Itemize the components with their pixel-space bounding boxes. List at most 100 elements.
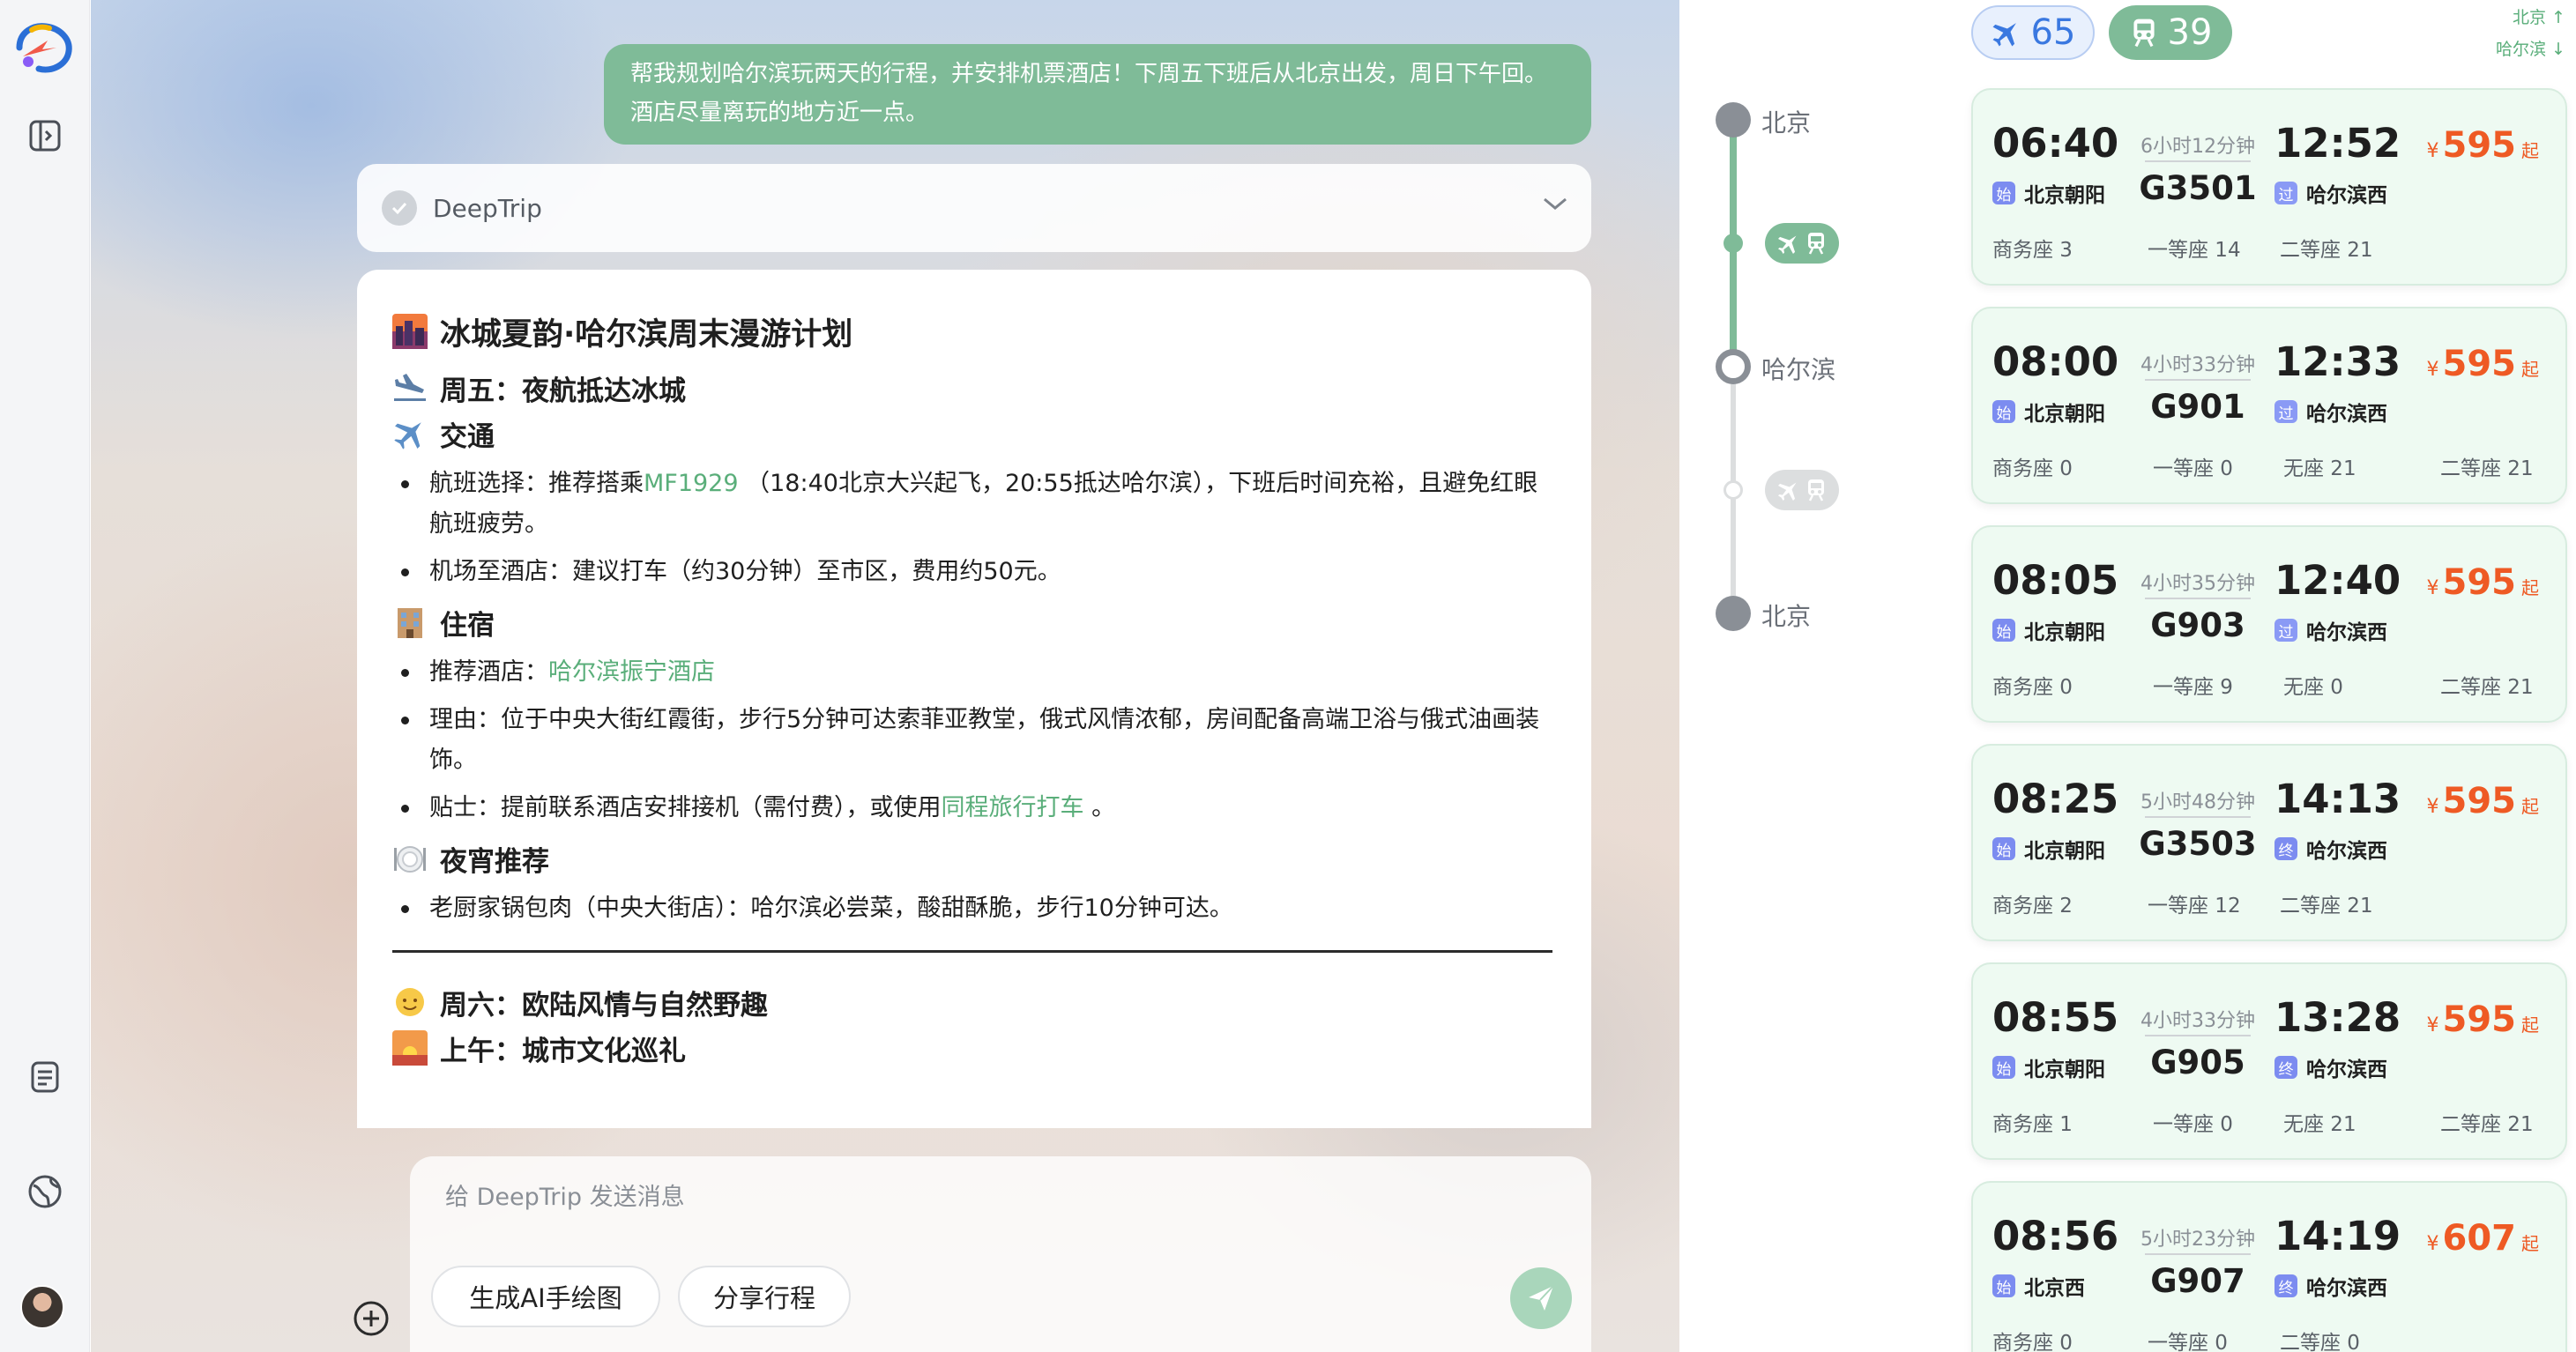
- arrival-station: 终哈尔滨西: [2274, 1271, 2387, 1301]
- train-card[interactable]: 06:40 6小时12分钟 G3501 12:52 始北京朝阳 过哈尔滨西 ¥595 起商务座…: [1971, 88, 2567, 286]
- flights-count: 65: [2030, 12, 2076, 53]
- day2-title-text: 周六：欧陆风情与自然野趣: [440, 989, 768, 1021]
- station-badge: 终: [2274, 1274, 2297, 1297]
- transport-pill-active[interactable]: [1765, 223, 1839, 264]
- train-card[interactable]: 08:05 4小时35分钟 G903 12:40 始北京朝阳 过哈尔滨西 ¥595 起商务座 …: [1971, 525, 2567, 723]
- route-direction[interactable]: 北京 ↑ 哈尔滨 ↓: [2496, 2, 2565, 65]
- airplane-landing-icon: [392, 370, 428, 405]
- route-to: 哈尔滨: [2496, 40, 2547, 59]
- station-name: 哈尔滨西: [2306, 840, 2387, 863]
- flight-link[interactable]: MF1929: [644, 470, 739, 497]
- seat-availability: 二等座 21: [2440, 1113, 2534, 1136]
- sidebar-toggle-icon[interactable]: [17, 108, 73, 164]
- flights-tab[interactable]: 65: [1971, 5, 2095, 60]
- price-suffix: 起: [2521, 1233, 2539, 1254]
- duration-line: [2145, 816, 2251, 818]
- plate-icon: [392, 841, 428, 876]
- globe-icon[interactable]: [17, 1163, 73, 1220]
- price-suffix: 起: [2521, 140, 2539, 161]
- seat-availability: 一等座 12: [2148, 895, 2241, 917]
- seat-availability: 二等座 21: [2440, 676, 2534, 699]
- station-badge: 始: [1992, 1274, 2015, 1297]
- arrival-station: 过哈尔滨西: [2274, 397, 2387, 427]
- price-currency: ¥: [2426, 796, 2439, 818]
- departure-station: 始北京朝阳: [1992, 615, 2105, 645]
- price: ¥595 起: [2427, 781, 2540, 821]
- arrow-down-icon: ↓: [2551, 40, 2565, 59]
- seat-availability: 二等座 0: [2280, 1332, 2360, 1352]
- chevron-down-icon[interactable]: [1542, 196, 1568, 215]
- sunrise-icon: [392, 1030, 428, 1066]
- seat-availability: 无座 21: [2283, 1113, 2356, 1136]
- trip-timeline: 北京 哈尔滨 北京: [1680, 0, 1971, 1352]
- timeline-stop-label[interactable]: 北京: [1761, 598, 1811, 633]
- timeline-stop-label[interactable]: 哈尔滨: [1761, 351, 1835, 386]
- price-suffix: 起: [2521, 796, 2539, 817]
- transport-pill-inactive[interactable]: [1765, 470, 1839, 510]
- day1-title: 周五：夜航抵达冰城: [392, 365, 1556, 411]
- avatar[interactable]: [20, 1285, 64, 1329]
- price-currency: ¥: [2426, 359, 2439, 381]
- day1-title-text: 周五：夜航抵达冰城: [440, 375, 686, 407]
- agent-status-bar[interactable]: DeepTrip: [357, 164, 1591, 252]
- duration: 4小时35分钟: [2140, 573, 2255, 595]
- stay-heading: 住宿: [392, 599, 1556, 645]
- check-icon: [382, 190, 417, 226]
- transport-heading: 交通: [392, 411, 1556, 457]
- timeline-stop-label[interactable]: 北京: [1761, 104, 1811, 139]
- price-value: 595: [2442, 344, 2517, 384]
- arrival-time: 14:13: [2274, 776, 2401, 822]
- price-currency: ¥: [2426, 140, 2439, 162]
- price: ¥595 起: [2427, 344, 2540, 384]
- seat-availability: 商务座 0: [1992, 1332, 2073, 1352]
- departure-station: 始北京西: [1992, 1271, 2085, 1301]
- train-card[interactable]: 08:55 4小时33分钟 G905 13:28 始北京朝阳 终哈尔滨西 ¥595 起商务座 …: [1971, 962, 2567, 1160]
- train-number: G3501: [2139, 169, 2257, 207]
- seat-availability: 商务座 0: [1992, 457, 2073, 480]
- departure-time: 08:25: [1992, 776, 2119, 822]
- notes-icon[interactable]: [17, 1049, 73, 1105]
- hotel-link[interactable]: 哈尔滨振宁酒店: [548, 658, 715, 686]
- message-input[interactable]: 给 DeepTrip 发送消息: [445, 1177, 685, 1212]
- taxi-link[interactable]: 同程旅行打车: [942, 794, 1084, 821]
- timeline-stop-dot[interactable]: [1716, 349, 1751, 384]
- train-card[interactable]: 08:00 4小时33分钟 G901 12:33 始北京朝阳 过哈尔滨西 ¥595 起商务座 …: [1971, 307, 2567, 504]
- duration-line: [2145, 1253, 2251, 1255]
- train-card[interactable]: 08:25 5小时48分钟 G3503 14:13 始北京朝阳 终哈尔滨西 ¥595 起商务座…: [1971, 744, 2567, 941]
- station-badge: 始: [1992, 619, 2015, 642]
- departure-station: 始北京朝阳: [1992, 178, 2105, 208]
- section-divider: [392, 950, 1552, 953]
- station-name: 北京朝阳: [2024, 621, 2105, 644]
- timeline-stop-dot[interactable]: [1716, 102, 1751, 137]
- deeptrip-logo-icon[interactable]: [12, 18, 78, 78]
- station-name: 哈尔滨西: [2306, 1059, 2387, 1081]
- train-number: G3503: [2139, 825, 2257, 863]
- generate-ai-drawing-button[interactable]: 生成AI手绘图: [431, 1266, 660, 1327]
- train-card[interactable]: 08:56 5小时23分钟 G907 14:19 始北京西 终哈尔滨西 ¥607 起商务座 0…: [1971, 1181, 2567, 1352]
- send-button[interactable]: [1510, 1267, 1572, 1329]
- train-number: G905: [2150, 1044, 2245, 1081]
- airplane-icon: [392, 416, 428, 451]
- arrival-station: 过哈尔滨西: [2274, 615, 2387, 645]
- duration: 4小时33分钟: [2140, 1010, 2255, 1032]
- arrival-time: 12:33: [2274, 338, 2401, 385]
- snack-list: 老厨家锅包肉（中央大街店）：哈尔滨必尝菜，酸甜酥脆，步行10分钟可达。: [392, 888, 1556, 929]
- price: ¥595 起: [2427, 562, 2540, 603]
- price-suffix: 起: [2521, 577, 2539, 598]
- list-item: 推荐酒店：哈尔滨振宁酒店: [392, 652, 1556, 693]
- message-composer[interactable]: 给 DeepTrip 发送消息 生成AI手绘图 分享行程: [410, 1156, 1591, 1352]
- day2-title: 周六：欧陆风情与自然野趣: [392, 979, 1556, 1025]
- price-currency: ¥: [2426, 577, 2439, 599]
- new-chat-icon[interactable]: [352, 1299, 391, 1338]
- station-badge: 始: [1992, 400, 2015, 423]
- share-itinerary-button[interactable]: 分享行程: [678, 1266, 851, 1327]
- transport-heading-text: 交通: [440, 420, 495, 453]
- price-value: 607: [2442, 1218, 2517, 1259]
- plane-icon: [1992, 23, 2016, 47]
- stay-list: 推荐酒店：哈尔滨振宁酒店 理由：位于中央大街红霞街，步行5分钟可达索菲亚教堂，俄…: [392, 652, 1556, 828]
- route-from: 北京: [2513, 8, 2547, 27]
- seat-availability: 商务座 2: [1992, 895, 2073, 917]
- trains-tab[interactable]: 39: [2109, 5, 2232, 60]
- timeline-stop-dot[interactable]: [1716, 596, 1751, 631]
- train-icon: [1808, 233, 1824, 255]
